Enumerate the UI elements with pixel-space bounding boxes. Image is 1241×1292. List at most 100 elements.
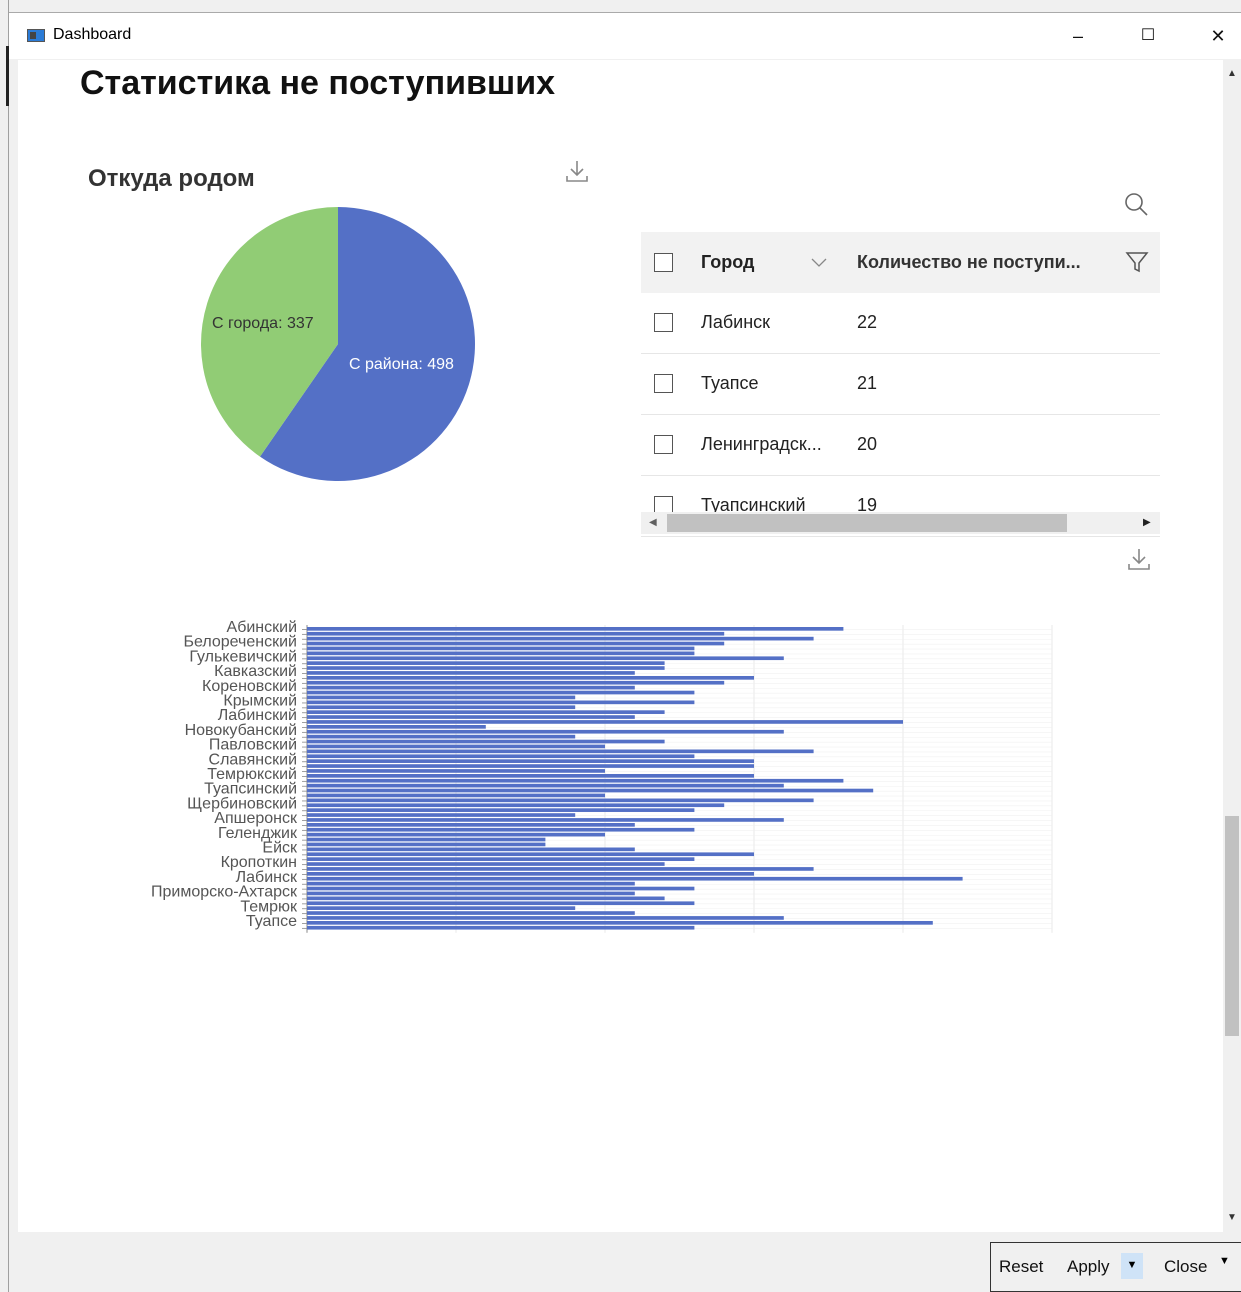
row-checkbox[interactable] (654, 374, 673, 393)
bar[interactable] (307, 891, 635, 896)
vertical-scrollbar[interactable]: ▲ ▼ (1223, 60, 1241, 1232)
bar[interactable] (307, 680, 725, 685)
maximize-button[interactable]: ☐ (1125, 21, 1171, 51)
data-grid: Город Количество не поступи... Лабинск 2… (641, 232, 1160, 538)
bar[interactable] (307, 832, 605, 837)
bar[interactable] (307, 788, 874, 793)
horizontal-scroll-thumb[interactable] (667, 514, 1067, 532)
vertical-scroll-thumb[interactable] (1225, 816, 1239, 1036)
bar[interactable] (307, 671, 635, 675)
bar-chart: АбинскийБелореченскийГулькевичскийКавказ… (151, 619, 1053, 933)
bar[interactable] (307, 631, 725, 636)
cell-count: 22 (857, 312, 878, 332)
close-button[interactable]: Close (1164, 1257, 1207, 1277)
download-icon[interactable] (564, 158, 590, 184)
bar[interactable] (307, 857, 695, 861)
bar[interactable] (307, 769, 605, 773)
bar[interactable] (307, 636, 814, 641)
bar[interactable] (307, 862, 665, 866)
close-dropdown-icon[interactable]: ▼ (1219, 1255, 1230, 1267)
bar[interactable] (307, 710, 665, 714)
bar[interactable] (307, 744, 605, 749)
bar[interactable] (307, 705, 576, 710)
bar[interactable] (307, 661, 665, 665)
bar[interactable] (307, 793, 605, 798)
bar[interactable] (307, 827, 695, 832)
bar[interactable] (307, 916, 784, 920)
bar[interactable] (307, 666, 665, 670)
row-checkbox[interactable] (654, 313, 673, 332)
bar[interactable] (307, 911, 635, 915)
bar[interactable] (307, 921, 933, 925)
bar[interactable] (307, 813, 576, 817)
bar[interactable] (307, 676, 754, 680)
bar[interactable] (307, 715, 635, 719)
column-header-city[interactable]: Город (701, 252, 754, 273)
minimize-button[interactable]: – (1055, 21, 1101, 51)
cell-count: 20 (857, 434, 878, 454)
row-checkbox[interactable] (654, 435, 673, 454)
chevron-down-icon[interactable] (811, 258, 827, 268)
bar[interactable] (307, 695, 576, 700)
column-header-count[interactable]: Количество не поступи... (857, 252, 1081, 273)
bar[interactable] (307, 798, 814, 803)
bar[interactable] (307, 734, 576, 739)
select-all-checkbox[interactable] (654, 253, 673, 272)
apply-dropdown-icon[interactable]: ▼ (1121, 1253, 1143, 1279)
table-row[interactable]: Туапсе 21 (641, 354, 1160, 415)
bar[interactable] (307, 881, 635, 886)
bar[interactable] (307, 906, 576, 910)
bar[interactable] (307, 656, 784, 661)
cell-city: Туапсе (701, 373, 759, 393)
table-row[interactable]: Ленинградск... 20 (641, 415, 1160, 476)
bar[interactable] (307, 886, 695, 891)
reset-button[interactable]: Reset (999, 1257, 1043, 1277)
bar[interactable] (307, 764, 754, 768)
bar[interactable] (307, 842, 546, 847)
scroll-right-arrow-icon[interactable]: ▶ (1143, 517, 1151, 528)
bar[interactable] (307, 876, 963, 881)
bar[interactable] (307, 837, 546, 842)
table-row[interactable]: Лабинск 22 (641, 293, 1160, 354)
bar[interactable] (307, 651, 695, 656)
pie-chart: С города: 337 С района: 498 (201, 207, 475, 481)
bar[interactable] (307, 700, 695, 705)
bar[interactable] (307, 759, 754, 763)
scroll-left-arrow-icon[interactable]: ◀ (649, 517, 657, 528)
page-title: Статистика не поступивших (80, 64, 556, 102)
bar[interactable] (307, 896, 665, 901)
bar[interactable] (307, 627, 844, 631)
grid-horizontal-scrollbar[interactable]: ◀ ▶ (641, 512, 1160, 534)
bar[interactable] (307, 783, 784, 788)
bar[interactable] (307, 778, 844, 783)
close-window-button[interactable]: ✕ (1195, 21, 1241, 51)
scroll-down-arrow-icon[interactable]: ▼ (1227, 1212, 1237, 1223)
apply-button[interactable]: Apply (1067, 1257, 1110, 1277)
bar[interactable] (307, 754, 695, 759)
bar[interactable] (307, 847, 635, 852)
bar[interactable] (307, 901, 695, 906)
bar[interactable] (307, 774, 754, 778)
bar[interactable] (307, 739, 665, 744)
bar[interactable] (307, 852, 754, 857)
bar[interactable] (307, 803, 725, 808)
bar[interactable] (307, 720, 903, 724)
scroll-up-arrow-icon[interactable]: ▲ (1227, 68, 1237, 79)
bar[interactable] (307, 729, 784, 734)
download-icon[interactable] (1126, 546, 1152, 572)
bar[interactable] (307, 685, 635, 690)
bar[interactable] (307, 646, 695, 651)
bar[interactable] (307, 867, 814, 871)
bar[interactable] (307, 725, 486, 729)
pie-label-city: С города: 337 (212, 315, 314, 332)
bar[interactable] (307, 641, 725, 646)
bar[interactable] (307, 925, 695, 930)
bar[interactable] (307, 872, 754, 876)
filter-icon[interactable] (1125, 250, 1149, 274)
bar[interactable] (307, 808, 695, 812)
bar[interactable] (307, 823, 635, 827)
bar[interactable] (307, 690, 695, 695)
bar[interactable] (307, 749, 814, 754)
search-icon[interactable] (1122, 190, 1150, 218)
bar[interactable] (307, 818, 784, 822)
